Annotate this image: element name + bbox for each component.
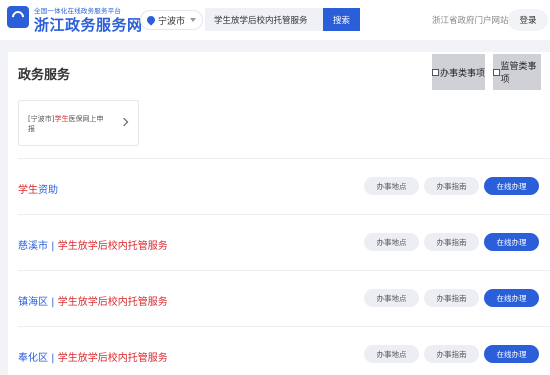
- service-item: 镇海区 | 学生放学后校内托管服务 办事地点 办事指南 在线办理: [18, 270, 550, 326]
- item-highlight: 学生放学后校内托管服务: [57, 297, 168, 308]
- guide-button[interactable]: 办事指南: [424, 233, 479, 251]
- top-header: 全国一体化在线政务服务平台 浙江政务服务网 宁波市 搜索 浙江省政府门户网站 登…: [0, 0, 550, 40]
- location-button[interactable]: 办事地点: [364, 177, 419, 195]
- checkbox-supervise[interactable]: [493, 68, 500, 76]
- card-prefix: [宁波市]: [28, 115, 55, 123]
- filter-supervise-items[interactable]: 监管类事项: [493, 54, 541, 90]
- city-label: 宁波市: [158, 16, 186, 27]
- online-handle-button[interactable]: 在线办理: [484, 289, 539, 307]
- item-highlight: 学生: [18, 185, 38, 196]
- city-selector[interactable]: 宁波市: [140, 10, 204, 30]
- item-prefix: 慈溪市 |: [18, 241, 58, 252]
- service-item-title[interactable]: 学生资助: [18, 181, 58, 196]
- recommend-card-text: [宁波市]学生医保网上申报: [28, 114, 108, 134]
- location-button[interactable]: 办事地点: [364, 289, 419, 307]
- service-item-title[interactable]: 慈溪市 | 学生放学后校内托管服务: [18, 237, 168, 252]
- service-item-title[interactable]: 镇海区 | 学生放学后校内托管服务: [18, 293, 168, 308]
- service-item: 奉化区 | 学生放学后校内托管服务 办事地点 办事指南 在线办理: [18, 326, 550, 375]
- online-handle-button[interactable]: 在线办理: [484, 345, 539, 363]
- logo-title[interactable]: 浙江政务服务网: [34, 14, 143, 35]
- service-item: 学生资助 办事地点 办事指南 在线办理: [18, 158, 550, 214]
- chevron-down-icon: [190, 18, 197, 22]
- service-item-title[interactable]: 奉化区 | 学生放学后校内托管服务: [18, 349, 168, 364]
- filter-handle-label: 办事类事项: [440, 68, 486, 79]
- online-handle-button[interactable]: 在线办理: [484, 233, 539, 251]
- card-highlight: 学生: [54, 115, 69, 123]
- login-button[interactable]: 登录: [508, 9, 548, 31]
- recommend-card[interactable]: [宁波市]学生医保网上申报: [18, 100, 139, 146]
- guide-button[interactable]: 办事指南: [424, 289, 479, 307]
- location-button[interactable]: 办事地点: [364, 345, 419, 363]
- search-input[interactable]: [205, 8, 323, 31]
- gov-services-panel: 政务服务 办事类事项 监管类事项 [宁波市]学生医保网上申报 学生资助 办事地点…: [8, 52, 550, 375]
- item-highlight: 学生放学后校内托管服务: [57, 353, 168, 364]
- guide-button[interactable]: 办事指南: [424, 345, 479, 363]
- service-item: 慈溪市 | 学生放学后校内托管服务 办事地点 办事指南 在线办理: [18, 214, 550, 270]
- guide-button[interactable]: 办事指南: [424, 177, 479, 195]
- zhejiang-logo-icon[interactable]: [7, 6, 29, 28]
- panel-title: 政务服务: [18, 68, 71, 83]
- search-button[interactable]: 搜索: [323, 8, 360, 31]
- location-button[interactable]: 办事地点: [364, 233, 419, 251]
- chevron-right-icon: [119, 117, 129, 127]
- government-portal-link[interactable]: 浙江省政府门户网站: [432, 14, 509, 26]
- item-suffix: 资助: [38, 185, 58, 196]
- filter-handle-items[interactable]: 办事类事项: [432, 54, 485, 90]
- online-handle-button[interactable]: 在线办理: [484, 177, 539, 195]
- item-prefix: 镇海区 |: [18, 297, 58, 308]
- item-highlight: 学生放学后校内托管服务: [57, 241, 168, 252]
- item-prefix: 奉化区 |: [18, 353, 58, 364]
- checkbox-handle[interactable]: [432, 68, 439, 76]
- location-pin-icon: [145, 14, 157, 26]
- filter-supervise-label: 监管类事项: [500, 62, 537, 85]
